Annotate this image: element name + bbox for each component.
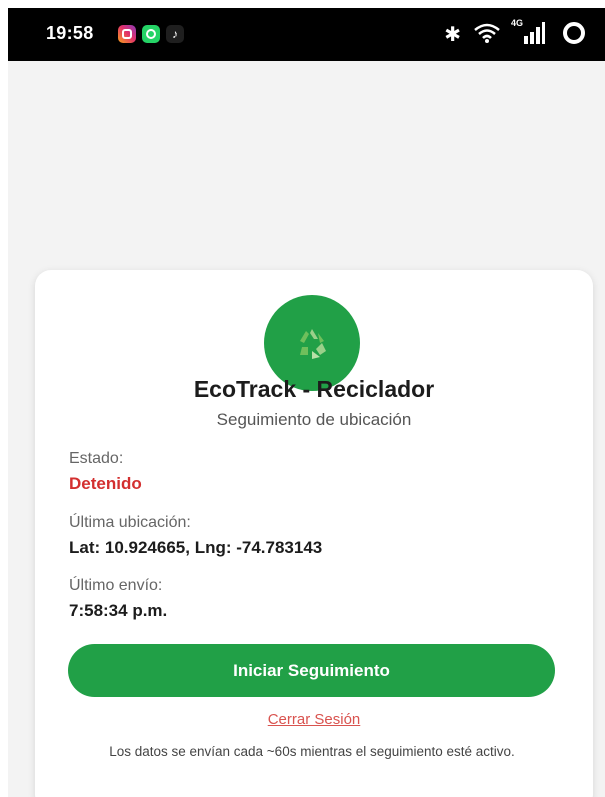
status-time: 19:58 [46, 23, 94, 43]
battery-icon [563, 22, 585, 44]
estado-label: Estado: [69, 450, 124, 467]
bluetooth-icon: ✱ [444, 24, 461, 46]
app-subtitle: Seguimiento de ubicación [216, 410, 412, 429]
estado-value: Detenido [69, 474, 142, 493]
envio-value: 7:58:34 p.m. [69, 601, 168, 620]
app-title: EcoTrack - Reciclador [193, 376, 435, 402]
start-tracking-button[interactable]: Iniciar Seguimiento [68, 644, 555, 697]
logout-link[interactable]: Cerrar Sesión [35, 711, 593, 728]
footer-note: Los datos se envían cada ~60s mientras e… [109, 744, 515, 759]
envio-label: Último envío: [69, 577, 163, 594]
ubicacion-label: Última ubicación: [69, 514, 191, 531]
whatsapp-icon [142, 25, 160, 43]
instagram-icon [118, 25, 136, 43]
status-indicators: ✱ 4G [425, 18, 585, 48]
status-bar: 19:58 ♪ ✱ 4G [8, 8, 605, 61]
ubicacion-value: Lat: 10.924665, Lng: -74.783143 [69, 538, 323, 557]
tiktok-icon: ♪ [166, 25, 184, 43]
network-type-label: 4G [510, 18, 523, 28]
app-screen: 19:58 ♪ ✱ 4G EcoTrack - Reciclador Segui… [8, 8, 605, 797]
tracking-card: EcoTrack - Reciclador Seguimiento de ubi… [35, 270, 593, 797]
signal-icon [524, 22, 545, 44]
recycle-icon [300, 329, 326, 359]
wifi-icon [474, 23, 500, 43]
